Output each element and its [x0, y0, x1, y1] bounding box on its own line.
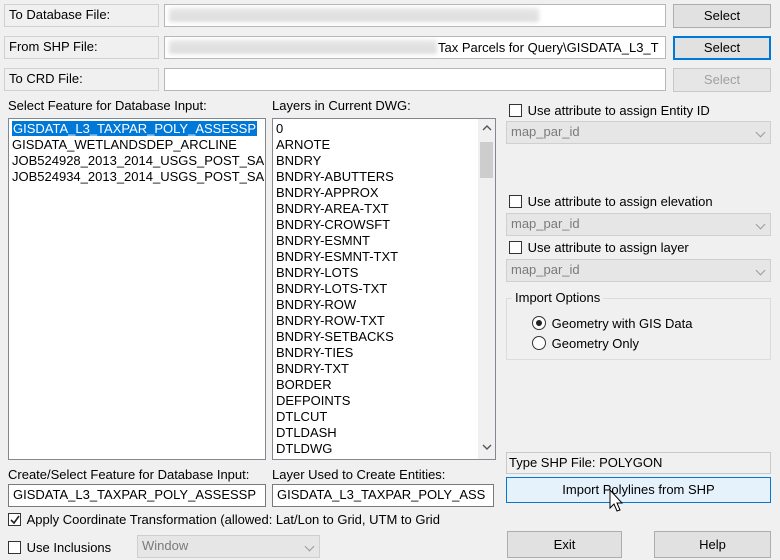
- redacted-path: [169, 8, 539, 22]
- layer-item[interactable]: BORDER: [273, 377, 495, 393]
- layer-item[interactable]: BNDRY-TIES: [273, 345, 495, 361]
- layer-item[interactable]: DTLDWG: [273, 441, 495, 457]
- inclusions-row[interactable]: Use Inclusions: [8, 540, 111, 556]
- entity-id-combo[interactable]: map_par_id: [506, 121, 771, 144]
- layer-item[interactable]: BNDRY-CROWSFT: [273, 217, 495, 233]
- elevation-checkbox[interactable]: [509, 195, 522, 208]
- layer-item[interactable]: BNDRY-ESMNT: [273, 233, 495, 249]
- layer-item[interactable]: DTLDASH: [273, 425, 495, 441]
- option-geometry-only[interactable]: Geometry Only: [532, 336, 639, 352]
- select-to-crd-button[interactable]: Select: [673, 68, 771, 92]
- to-db-label-box: To Database File:: [4, 4, 159, 27]
- layers-list[interactable]: 0 ARNOTE BNDRY BNDRY-ABUTTERS BNDRY-APPROX BN…: [272, 118, 496, 460]
- chevron-down-icon: [755, 219, 766, 230]
- select-to-db-button[interactable]: Select: [673, 4, 771, 28]
- option-geometry-only-label: Geometry Only: [551, 336, 640, 351]
- create-feature-label: Create/Select Feature for Database Input…: [8, 467, 250, 482]
- from-shp-value: Tax Parcels for Query\GISDATA_L3_T: [438, 40, 659, 55]
- select-from-shp-button[interactable]: Select: [673, 36, 771, 60]
- checkmark-icon: [10, 515, 20, 525]
- create-feature-input[interactable]: GISDATA_L3_TAXPAR_POLY_ASSESSP: [8, 484, 266, 507]
- layer-attr-value: map_par_id: [511, 262, 580, 277]
- layers-scrollbar[interactable]: [478, 119, 495, 459]
- entity-id-checkbox[interactable]: [509, 104, 522, 117]
- entity-id-label: Use attribute to assign Entity ID: [527, 103, 710, 118]
- layer-item[interactable]: BNDRY-ESMNT-TXT: [273, 249, 495, 265]
- list-item[interactable]: GISDATA_WETLANDSDEP_ARCLINE: [9, 137, 265, 153]
- layer-item[interactable]: BNDRY-LOTS: [273, 265, 495, 281]
- layer-item[interactable]: 0: [273, 121, 495, 137]
- help-button[interactable]: Help: [654, 531, 771, 558]
- scroll-down-icon[interactable]: [482, 444, 492, 451]
- import-options-title: Import Options: [512, 290, 604, 306]
- from-shp-label-box: From SHP File:: [4, 36, 159, 59]
- feature-select-label: Select Feature for Database Input:: [8, 98, 207, 113]
- shp-type-text: Type SHP File: POLYGON: [509, 455, 663, 470]
- layer-attr-checkbox-row[interactable]: Use attribute to assign layer: [509, 240, 689, 256]
- to-crd-label: To CRD File:: [9, 71, 83, 86]
- from-shp-field[interactable]: Tax Parcels for Query\GISDATA_L3_T: [164, 36, 666, 59]
- layer-used-label: Layer Used to Create Entities:: [272, 467, 446, 482]
- to-crd-label-box: To CRD File:: [4, 68, 159, 91]
- radio-geometry-gis[interactable]: [532, 316, 546, 330]
- coord-transform-label: Apply Coordinate Transformation (allowed…: [26, 512, 440, 527]
- layer-item[interactable]: BNDRY-ROW-TXT: [273, 313, 495, 329]
- elevation-checkbox-row[interactable]: Use attribute to assign elevation: [509, 194, 713, 210]
- elevation-label: Use attribute to assign elevation: [527, 194, 713, 209]
- layer-item[interactable]: BNDRY-SETBACKS: [273, 329, 495, 345]
- layer-item[interactable]: BNDRY-TXT: [273, 361, 495, 377]
- inclusions-label: Use Inclusions: [26, 540, 112, 555]
- entity-id-value: map_par_id: [511, 124, 580, 139]
- option-geometry-gis[interactable]: Geometry with GIS Data: [532, 316, 693, 332]
- layers-label: Layers in Current DWG:: [272, 98, 411, 113]
- scroll-up-icon[interactable]: [482, 124, 492, 131]
- from-shp-label: From SHP File:: [9, 39, 98, 54]
- shp-type-display: Type SHP File: POLYGON: [506, 452, 771, 474]
- list-item[interactable]: JOB524934_2013_2014_USGS_POST_SA: [9, 169, 265, 185]
- to-crd-field[interactable]: [164, 68, 666, 91]
- layer-used-input[interactable]: GISDATA_L3_TAXPAR_POLY_ASS: [272, 484, 494, 507]
- entity-id-checkbox-row[interactable]: Use attribute to assign Entity ID: [509, 103, 710, 119]
- layer-item[interactable]: BNDRY-APPROX: [273, 185, 495, 201]
- feature-list[interactable]: GISDATA_L3_TAXPAR_POLY_ASSESSP GISDATA_W…: [8, 118, 266, 460]
- layer-item[interactable]: DEFPOINTS: [273, 393, 495, 409]
- layer-item[interactable]: BNDRY-ROW: [273, 297, 495, 313]
- import-polylines-button[interactable]: Import Polylines from SHP: [506, 477, 771, 503]
- create-feature-value: GISDATA_L3_TAXPAR_POLY_ASSESSP: [13, 487, 257, 502]
- scroll-thumb[interactable]: [480, 142, 493, 178]
- option-geometry-gis-label: Geometry with GIS Data: [551, 316, 693, 331]
- layer-used-value: GISDATA_L3_TAXPAR_POLY_ASS: [277, 487, 486, 502]
- radio-geometry-only[interactable]: [532, 336, 546, 350]
- coord-transform-row[interactable]: Apply Coordinate Transformation (allowed…: [8, 512, 440, 528]
- inclusions-combo-value: Window: [142, 538, 189, 553]
- layer-item[interactable]: BNDRY-ABUTTERS: [273, 169, 495, 185]
- layer-item[interactable]: BNDRY-LOTS-TXT: [273, 281, 495, 297]
- mouse-cursor-icon: [609, 489, 623, 512]
- chevron-down-icon: [755, 265, 766, 276]
- inclusions-checkbox[interactable]: [8, 541, 21, 554]
- exit-button[interactable]: Exit: [507, 531, 622, 558]
- list-item[interactable]: GISDATA_L3_TAXPAR_POLY_ASSESSP: [9, 121, 265, 137]
- layer-item[interactable]: BNDRY-AREA-TXT: [273, 201, 495, 217]
- list-item[interactable]: JOB524928_2013_2014_USGS_POST_SA: [9, 153, 265, 169]
- to-db-label: To Database File:: [9, 7, 111, 22]
- redacted-path: [169, 40, 437, 54]
- elevation-value: map_par_id: [511, 216, 580, 231]
- chevron-down-icon: [755, 127, 766, 138]
- elevation-combo[interactable]: map_par_id: [506, 213, 771, 236]
- coord-transform-checkbox[interactable]: [8, 513, 21, 526]
- layer-item[interactable]: BNDRY: [273, 153, 495, 169]
- to-db-field[interactable]: [164, 4, 666, 27]
- layer-item[interactable]: DTLCUT: [273, 409, 495, 425]
- chevron-down-icon: [304, 541, 315, 552]
- layer-attr-checkbox[interactable]: [509, 241, 522, 254]
- layer-attr-combo[interactable]: map_par_id: [506, 259, 771, 282]
- layer-item[interactable]: ARNOTE: [273, 137, 495, 153]
- layer-attr-label: Use attribute to assign layer: [527, 240, 689, 255]
- inclusions-combo[interactable]: Window: [137, 535, 320, 558]
